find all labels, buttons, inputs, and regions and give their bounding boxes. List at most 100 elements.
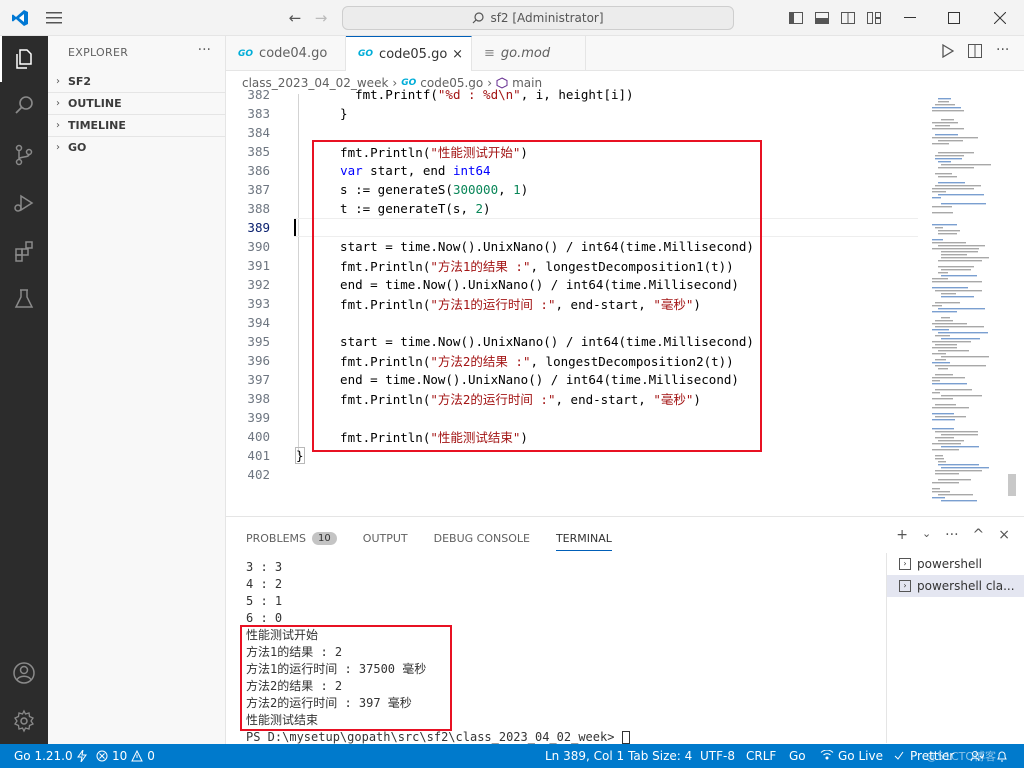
go-live-status[interactable]: Go Live: [820, 744, 883, 768]
settings-gear-icon[interactable]: [0, 698, 48, 744]
chevron-down-icon[interactable]: ⌄: [922, 527, 931, 543]
maximize-icon[interactable]: [944, 6, 964, 30]
problems-status[interactable]: 10 0: [96, 744, 155, 768]
tab-terminal[interactable]: TERMINAL: [555, 532, 612, 551]
minimap-line: [941, 269, 971, 271]
minimap-line: [938, 161, 951, 163]
minimap-line: [935, 134, 958, 136]
section-label: TIMELINE: [68, 119, 126, 132]
language-mode[interactable]: Go: [789, 744, 806, 768]
vertical-scrollbar-thumb[interactable]: [1008, 474, 1016, 496]
tab-debug-console[interactable]: DEBUG CONSOLE: [434, 532, 530, 545]
encoding[interactable]: UTF-8: [700, 744, 735, 768]
minimap-line: [941, 119, 954, 121]
minimap-line: [935, 302, 960, 304]
accounts-status-icon[interactable]: [970, 744, 984, 768]
end-of-line[interactable]: CRLF: [746, 744, 776, 768]
close-window-icon[interactable]: [990, 6, 1010, 30]
sidebar-section-sf2[interactable]: › SF2: [48, 70, 226, 92]
code-text: end = time.Now().UnixNano() / int64(time…: [325, 277, 739, 292]
sidebar-section-go[interactable]: › GO: [48, 136, 226, 158]
sidebar-title: EXPLORER: [68, 46, 129, 59]
tab-code04[interactable]: GO code04.go: [226, 36, 346, 71]
minimap-line: [938, 152, 974, 154]
minimap-line: [941, 317, 950, 319]
section-label: GO: [68, 141, 87, 154]
section-label: OUTLINE: [68, 97, 122, 110]
code-line: 395 start = time.Now().UnixNano() / int6…: [247, 334, 754, 349]
sidebar-section-timeline[interactable]: › TIMELINE: [48, 114, 226, 136]
minimap-line: [941, 251, 978, 253]
cursor-position[interactable]: Ln 389, Col 1: [545, 744, 624, 768]
minimap-line: [932, 383, 967, 385]
minimap-line: [935, 185, 981, 187]
minimap-line: [935, 344, 957, 346]
toggle-panel-icon[interactable]: [814, 6, 830, 30]
tab-problems[interactable]: PROBLEMS 10: [246, 531, 337, 545]
double-check-icon: [894, 751, 904, 760]
maximize-panel-icon[interactable]: ^: [973, 527, 985, 543]
explorer-sidebar: EXPLORER ··· › SF2 › OUTLINE › TIMELINE …: [48, 36, 226, 744]
toggle-secondary-sidebar-icon[interactable]: [840, 6, 856, 30]
minimap-line: [932, 362, 950, 364]
minimap-line: [932, 347, 957, 349]
minimize-icon[interactable]: [900, 6, 920, 30]
minimap-line: [935, 374, 953, 376]
code-text: fmt.Println("性能测试开始"): [325, 145, 528, 160]
minimap-line: [938, 368, 948, 370]
minimap-line: [938, 101, 949, 103]
more-actions-icon[interactable]: ···: [945, 527, 958, 543]
minimap-line: [935, 320, 953, 322]
code-line: 402: [247, 467, 270, 482]
new-terminal-icon[interactable]: +: [896, 527, 908, 543]
terminal-line: 性能测试结束: [246, 713, 319, 727]
close-panel-icon[interactable]: ×: [998, 527, 1010, 543]
section-label: SF2: [68, 74, 92, 88]
terminal-name: powershell cla...: [917, 579, 1015, 593]
minimap-line: [932, 287, 968, 289]
code-line: 387 s := generateS(300000, 1): [247, 182, 529, 197]
customize-layout-icon[interactable]: [866, 6, 882, 30]
tab-output[interactable]: OUTPUT: [363, 532, 408, 545]
terminal-instance-1[interactable]: › powershell: [887, 553, 1024, 575]
tab-size[interactable]: Tab Size: 4: [628, 744, 692, 768]
sidebar-section-outline[interactable]: › OUTLINE: [48, 92, 226, 114]
activity-bar: [0, 36, 48, 744]
minimap[interactable]: [918, 94, 1016, 514]
minimap-line: [932, 137, 978, 139]
code-line-current: 389: [226, 218, 918, 237]
command-center-search[interactable]: sf2 [Administrator]: [342, 6, 734, 30]
run-debug-icon[interactable]: [0, 180, 48, 226]
go-version-status[interactable]: Go 1.21.0: [14, 744, 87, 768]
minimap-line: [938, 440, 964, 442]
panel-tabs: PROBLEMS 10 OUTPUT DEBUG CONSOLE TERMINA…: [246, 527, 638, 551]
run-icon[interactable]: [942, 43, 955, 62]
code-line: 400 fmt.Println("性能测试结束"): [247, 429, 528, 445]
extensions-icon[interactable]: [0, 228, 48, 274]
broadcast-icon: [820, 750, 834, 760]
sidebar-more-icon[interactable]: ···: [198, 42, 211, 58]
back-arrow-icon[interactable]: ←: [286, 6, 304, 30]
terminal-line: 方法2的运行时间 : 397 毫秒: [246, 696, 412, 710]
close-tab-icon[interactable]: ×: [452, 47, 463, 62]
tab-code05[interactable]: GO code05.go ×: [346, 36, 472, 71]
search-icon[interactable]: [0, 82, 48, 128]
minimap-line: [935, 227, 943, 229]
terminal-instance-2[interactable]: › powershell cla...: [887, 575, 1024, 597]
status-bar: Go 1.21.0 10 0 Ln 389, Col 1 Tab Size: 4…: [0, 744, 1024, 768]
code-editor[interactable]: 382 fmt.Printf("%d : %d\n", i, height[i]…: [226, 87, 918, 573]
explorer-icon[interactable]: [0, 36, 48, 82]
forward-arrow-icon[interactable]: →: [312, 6, 330, 30]
code-text: var start, end int64: [340, 163, 491, 178]
source-control-icon[interactable]: [0, 132, 48, 178]
minimap-line: [938, 176, 957, 178]
more-actions-icon[interactable]: ···: [996, 42, 1009, 58]
testing-icon[interactable]: [0, 276, 48, 322]
notifications-bell-icon[interactable]: [996, 744, 1008, 768]
menu-icon[interactable]: [44, 6, 64, 30]
split-editor-icon[interactable]: [968, 44, 982, 62]
account-icon[interactable]: [0, 650, 48, 696]
tab-go-mod[interactable]: ≡ go.mod: [472, 36, 586, 71]
toggle-sidebar-icon[interactable]: [788, 6, 804, 30]
terminal-output[interactable]: 3 : 3 4 : 2 5 : 1 6 : 0 性能测试开始 方法1的结果 : …: [240, 559, 886, 745]
